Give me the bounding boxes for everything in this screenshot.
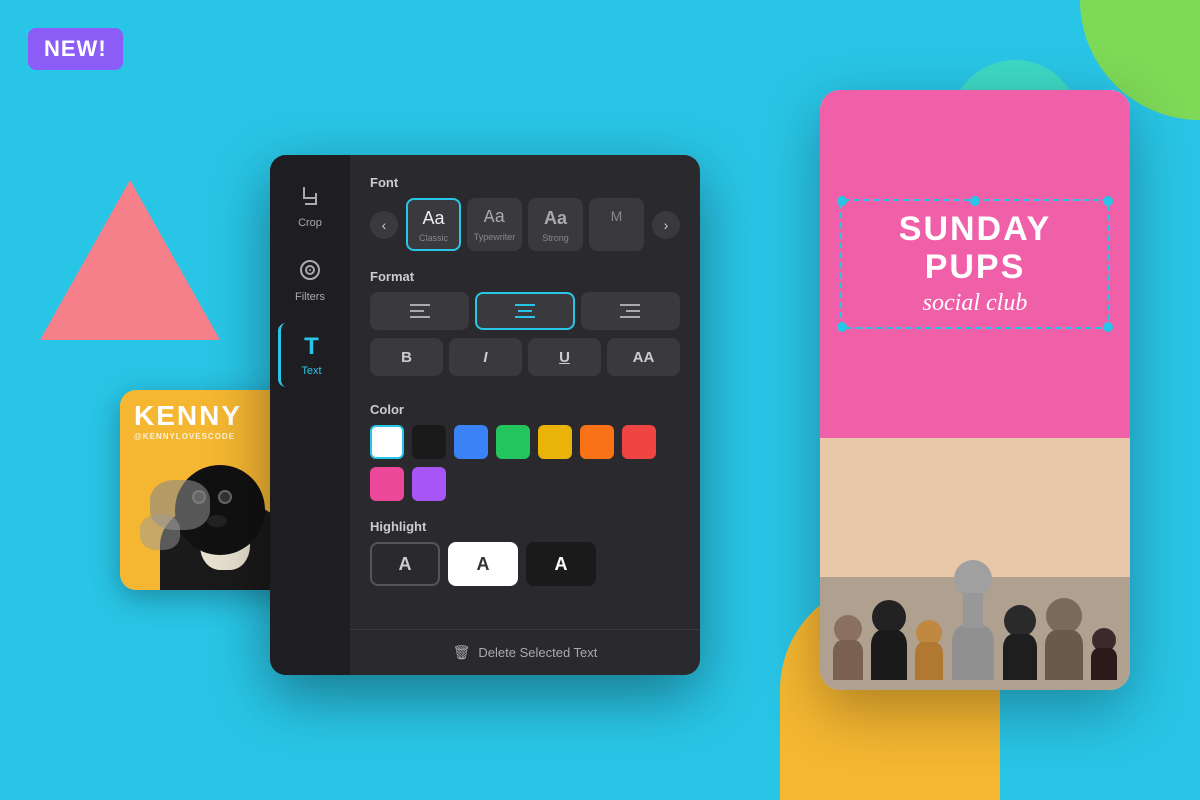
color-section-title: Color (370, 402, 680, 417)
font-classic-preview: Aa (422, 208, 444, 229)
font-next-button[interactable]: › (652, 211, 680, 239)
color-orange[interactable] (580, 425, 614, 459)
text-selection-box: SUNDAY PUPS social club (840, 199, 1110, 329)
bg-shape-triangle-salmon (40, 180, 220, 340)
italic-button[interactable]: I (449, 338, 522, 376)
preview-card-inner: SUNDAY PUPS social club (820, 90, 1130, 690)
handle-bottom-left (837, 322, 847, 332)
color-white[interactable] (370, 425, 404, 459)
bold-button[interactable]: B (370, 338, 443, 376)
font-section-title: Font (370, 175, 680, 190)
font-option-typewriter[interactable]: Aa Typewriter (467, 198, 522, 251)
highlight-row: A A A (370, 542, 680, 586)
align-left-button[interactable] (370, 292, 469, 330)
highlight-white-button[interactable]: A (448, 542, 518, 586)
preview-title: SUNDAY PUPS (862, 211, 1088, 286)
font-option-classic[interactable]: Aa Classic (406, 198, 461, 251)
crop-icon (299, 185, 321, 213)
align-right-button[interactable] (581, 292, 680, 330)
font-prev-button[interactable]: ‹ (370, 211, 398, 239)
highlight-none-label: A (399, 554, 412, 575)
font-typewriter-preview: Aa (484, 208, 506, 228)
dogs-container (820, 438, 1130, 690)
highlight-section-title: Highlight (370, 519, 680, 534)
highlight-none-button[interactable]: A (370, 542, 440, 586)
uppercase-icon: AA (633, 349, 655, 366)
preview-subtitle: social club (923, 290, 1028, 317)
underline-icon: U (559, 349, 570, 366)
preview-top: SUNDAY PUPS social club (820, 90, 1130, 438)
color-purple[interactable] (412, 467, 446, 501)
font-option-strong[interactable]: Aa Strong (528, 198, 583, 251)
format-style-row: B I U AA (370, 338, 680, 376)
text-label: Text (301, 365, 321, 377)
color-black[interactable] (412, 425, 446, 459)
italic-icon: I (483, 349, 487, 366)
filters-tool[interactable]: Filters (278, 249, 342, 313)
editor-sidebar: Crop Filters T Text (270, 155, 350, 675)
font-classic-name: Classic (419, 233, 448, 243)
delete-label[interactable]: Delete Selected Text (478, 645, 597, 660)
font-strong-preview: Aa (544, 208, 567, 229)
font-typewriter-name: Typewriter (474, 232, 516, 242)
underline-button[interactable]: U (528, 338, 601, 376)
format-align-row (370, 292, 680, 330)
font-strong-name: Strong (542, 233, 569, 243)
editor-content: Font ‹ Aa Classic Aa Typewriter Aa Stron… (350, 155, 700, 675)
highlight-section: Highlight A A A (370, 519, 680, 586)
color-green[interactable] (496, 425, 530, 459)
handle-top-middle (970, 196, 980, 206)
color-blue[interactable] (454, 425, 488, 459)
highlight-black-label: A (555, 554, 568, 575)
font-option-more[interactable]: M (589, 198, 644, 251)
bold-icon: B (401, 349, 412, 366)
preview-card: SUNDAY PUPS social club (820, 90, 1130, 690)
delete-icon: 🗑 (453, 644, 471, 661)
highlight-white-label: A (477, 554, 490, 575)
highlight-black-button[interactable]: A (526, 542, 596, 586)
handle-top-left (837, 196, 847, 206)
new-badge: NEW! (28, 28, 123, 70)
font-row: ‹ Aa Classic Aa Typewriter Aa Strong (370, 198, 680, 251)
font-more-preview: M (611, 208, 623, 224)
text-tool[interactable]: T Text (278, 323, 342, 387)
preview-dogs-section (820, 438, 1130, 690)
format-section-title: Format (370, 269, 680, 284)
editor-panel: Crop Filters T Text Font ‹ (270, 155, 700, 675)
color-section: Color (370, 402, 680, 501)
color-pink[interactable] (370, 467, 404, 501)
align-center-button[interactable] (475, 292, 574, 330)
crop-tool[interactable]: Crop (278, 175, 342, 239)
font-section: Font ‹ Aa Classic Aa Typewriter Aa Stron… (370, 175, 680, 251)
filters-icon (299, 259, 321, 287)
color-yellow[interactable] (538, 425, 572, 459)
format-section: Format B I U (370, 269, 680, 384)
color-row (370, 425, 680, 501)
handle-bottom-right (1103, 322, 1113, 332)
font-options: Aa Classic Aa Typewriter Aa Strong M (406, 198, 644, 251)
handle-top-right (1103, 196, 1113, 206)
filters-label: Filters (295, 291, 325, 303)
text-icon: T (304, 333, 319, 361)
crop-label: Crop (298, 217, 322, 229)
color-red[interactable] (622, 425, 656, 459)
uppercase-button[interactable]: AA (607, 338, 680, 376)
editor-footer: 🗑 Delete Selected Text (350, 629, 700, 675)
